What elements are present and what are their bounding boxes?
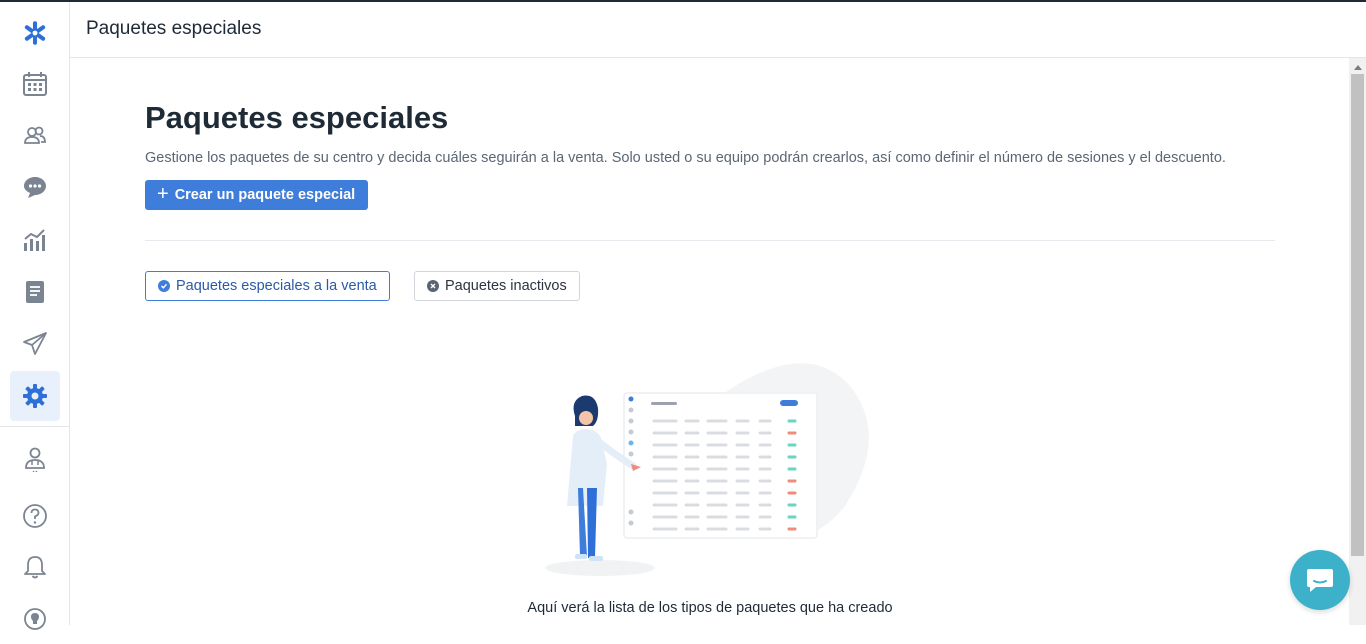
page-title: Paquetes especiales bbox=[145, 100, 449, 135]
gear-icon[interactable] bbox=[10, 371, 60, 421]
bell-icon[interactable] bbox=[10, 542, 60, 592]
lightbulb-icon[interactable] bbox=[10, 594, 60, 644]
sidebar bbox=[0, 2, 70, 630]
close-circle-icon bbox=[427, 280, 439, 292]
plus-icon: + bbox=[157, 183, 169, 205]
scrollbar-thumb[interactable] bbox=[1351, 74, 1364, 556]
question-icon[interactable] bbox=[10, 491, 60, 541]
empty-state-message: Aquí verá la lista de los tipos de paque… bbox=[527, 600, 893, 616]
scroll-up-arrow-icon[interactable] bbox=[1349, 60, 1366, 74]
tab-packages-on-sale[interactable]: Paquetes especiales a la venta bbox=[145, 271, 390, 301]
create-package-button[interactable]: + Crear un paquete especial bbox=[145, 180, 369, 210]
document-icon[interactable] bbox=[10, 267, 60, 317]
calendar-icon[interactable] bbox=[10, 59, 60, 109]
page-description: Gestione los paquetes de su centro y dec… bbox=[145, 150, 1226, 166]
chat-widget-button[interactable] bbox=[1290, 550, 1350, 610]
header-title: Paquetes especiales bbox=[86, 18, 262, 39]
paper-plane-icon[interactable] bbox=[10, 319, 60, 369]
tab-label: Paquetes inactivos bbox=[445, 278, 567, 294]
logo-icon[interactable] bbox=[10, 8, 60, 58]
section-divider bbox=[145, 240, 1275, 241]
users-icon[interactable] bbox=[10, 111, 60, 161]
vertical-scrollbar[interactable] bbox=[1349, 58, 1366, 625]
chat-bubble-icon bbox=[1307, 569, 1333, 592]
create-package-label: Crear un paquete especial bbox=[174, 187, 356, 203]
chat-icon[interactable] bbox=[10, 162, 60, 212]
top-header: Paquetes especiales bbox=[70, 2, 1366, 58]
empty-state-illustration bbox=[545, 346, 875, 581]
doctor-icon[interactable] bbox=[10, 434, 60, 484]
check-circle-icon bbox=[158, 280, 170, 292]
sidebar-divider bbox=[0, 426, 70, 427]
tab-inactive-packages[interactable]: Paquetes inactivos bbox=[414, 271, 580, 301]
chart-icon[interactable] bbox=[10, 215, 60, 265]
tab-label: Paquetes especiales a la venta bbox=[176, 278, 377, 294]
